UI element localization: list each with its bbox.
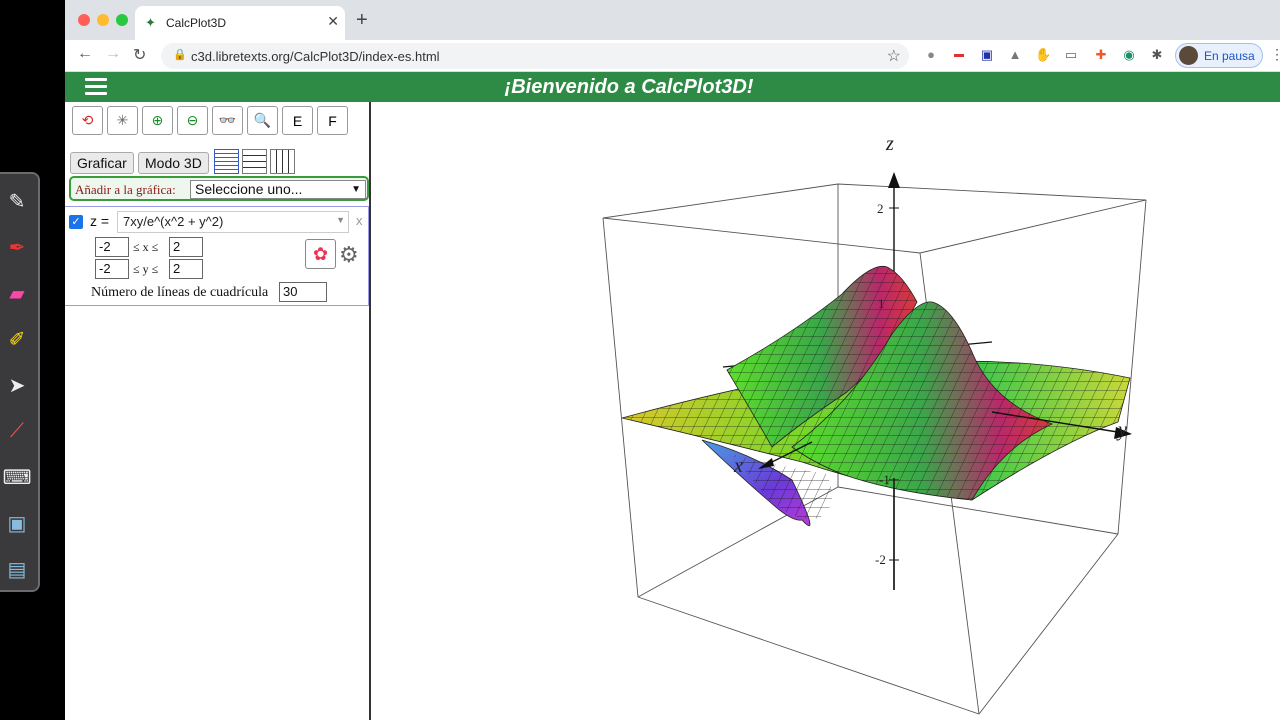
f-button[interactable]: F bbox=[317, 106, 348, 135]
eraser-icon[interactable]: ▰ bbox=[0, 276, 34, 310]
e-button[interactable]: E bbox=[282, 106, 313, 135]
extension-screen-icon[interactable]: ▣ bbox=[979, 47, 995, 63]
x-axis-label: x bbox=[733, 455, 743, 477]
z-tick-label-minus2: -2 bbox=[875, 552, 886, 567]
pointer-icon[interactable]: ➤ bbox=[0, 368, 34, 402]
close-window-button[interactable] bbox=[78, 14, 90, 26]
bookmark-star-icon[interactable]: ☆ bbox=[887, 46, 901, 66]
magnifier-icon: 🔍 bbox=[253, 112, 272, 128]
address-bar[interactable]: 🔒 c3d.libretexts.org/CalcPlot3D/index-es… bbox=[161, 43, 909, 69]
note-icon[interactable]: ✎ bbox=[0, 184, 34, 218]
zoom-out-icon: ⊖ bbox=[186, 112, 199, 128]
url-text: c3d.libretexts.org/CalcPlot3D/index-es.h… bbox=[191, 49, 440, 64]
chevron-down-icon: ▼ bbox=[351, 184, 361, 195]
add-to-graph-select[interactable]: Seleccione uno... ▼ bbox=[190, 180, 366, 199]
screen: ✎ ✒ ▰ ✐ ➤ ⟋ ⌨ ▣ ▤ ✦ CalcPlot3D ✕ + ← → ↻ bbox=[0, 0, 1280, 720]
z-tick-label-1: 1 bbox=[878, 296, 885, 311]
extension-circle-icon[interactable]: ● bbox=[923, 47, 939, 63]
function-expression-input[interactable]: 7xy/e^(x^2 + y^2) ▼ bbox=[117, 211, 349, 233]
highlighter-icon[interactable]: ✐ bbox=[0, 322, 34, 356]
x-range-label: ≤ x ≤ bbox=[133, 240, 159, 254]
pen-icon[interactable]: ✒ bbox=[0, 230, 34, 264]
plot-svg[interactable]: z y x 2 1 -1 -2 bbox=[372, 102, 1280, 720]
screen-icon[interactable]: ▣ bbox=[0, 506, 34, 540]
add-to-graph-row: Añadir a la gráfica: Seleccione uno... ▼ bbox=[69, 176, 369, 201]
browser-window: ✦ CalcPlot3D ✕ + ← → ↻ 🔒 c3d.libretexts.… bbox=[65, 0, 1280, 720]
browser-menu-icon[interactable]: ⋮ bbox=[1270, 46, 1280, 63]
extension-plus-icon[interactable]: ✚ bbox=[1093, 47, 1109, 63]
zoom-in-button[interactable]: ⊕ bbox=[142, 106, 173, 135]
add-to-graph-label: Añadir a la gráfica: bbox=[75, 182, 176, 197]
extension-chat-icon[interactable]: ▭ bbox=[1063, 47, 1079, 63]
plot-canvas[interactable]: z y x 2 1 -1 -2 bbox=[372, 102, 1280, 720]
function-entry: ✓ z = 7xy/e^(x^2 + y^2) ▼ x -2 ≤ x ≤ 2 -… bbox=[65, 206, 369, 306]
x-min-input[interactable]: -2 bbox=[95, 237, 129, 257]
grid-blue-button[interactable] bbox=[214, 149, 239, 174]
app-header: ¡Bienvenido a CalcPlot3D! bbox=[65, 72, 1280, 102]
tab-title: CalcPlot3D bbox=[166, 16, 227, 30]
calcplot-favicon-icon: ✦ bbox=[145, 15, 156, 30]
rotate-icon: ⟲ bbox=[81, 112, 94, 128]
profile-status: En pausa bbox=[1204, 49, 1255, 63]
profile-button[interactable]: En pausa bbox=[1175, 43, 1263, 68]
close-tab-icon[interactable]: ✕ bbox=[327, 13, 339, 30]
gear-icon[interactable]: ⚙ bbox=[339, 242, 359, 268]
keyboard-icon[interactable]: ⌨ bbox=[0, 460, 34, 494]
reset-view-button[interactable]: ⟲ bbox=[72, 106, 103, 135]
z-tick-label-minus1: -1 bbox=[879, 472, 890, 487]
expression-dropdown-icon[interactable]: ▼ bbox=[336, 215, 345, 225]
function-expression: 7xy/e^(x^2 + y^2) bbox=[123, 214, 224, 229]
z-axis-label: z bbox=[885, 133, 894, 155]
extensions-puzzle-icon[interactable]: ✱ bbox=[1149, 47, 1165, 63]
grid-axes-button[interactable] bbox=[270, 149, 295, 174]
y-range-label: ≤ y ≤ bbox=[133, 262, 159, 276]
reload-icon[interactable]: ↻ bbox=[133, 45, 146, 65]
3d-glasses-button[interactable]: 👓 bbox=[212, 106, 243, 135]
axes-button[interactable]: ✳ bbox=[107, 106, 138, 135]
magnify-button[interactable]: 🔍 bbox=[247, 106, 278, 135]
lock-icon[interactable]: 🔒 bbox=[173, 48, 187, 61]
x-max-input[interactable]: 2 bbox=[169, 237, 203, 257]
maximize-window-button[interactable] bbox=[116, 14, 128, 26]
extension-drive-icon[interactable]: ▲ bbox=[1007, 47, 1023, 63]
color-options-button[interactable]: ✿ bbox=[305, 239, 336, 269]
new-tab-icon[interactable]: + bbox=[356, 9, 368, 32]
browser-toolbar: ← → ↻ 🔒 c3d.libretexts.org/CalcPlot3D/in… bbox=[65, 40, 1280, 72]
grid-lines-input[interactable]: 30 bbox=[279, 282, 327, 302]
tab-calcplot3d[interactable]: ✦ CalcPlot3D ✕ bbox=[135, 6, 345, 40]
forward-icon[interactable]: → bbox=[105, 45, 121, 63]
control-panel: ⟲ ✳ ⊕ ⊖ 👓 🔍 E F Graficar Modo 3D Añadir … bbox=[65, 102, 371, 720]
y-max-input[interactable]: 2 bbox=[169, 259, 203, 279]
tab-strip: ✦ CalcPlot3D ✕ + bbox=[65, 0, 1280, 40]
extension-hand-icon[interactable]: ✋ bbox=[1035, 47, 1051, 63]
z-equals-label: z = bbox=[90, 213, 110, 229]
y-axis-label: y bbox=[1116, 419, 1127, 441]
axes-icon: ✳ bbox=[116, 112, 129, 128]
minimize-window-button[interactable] bbox=[97, 14, 109, 26]
remove-function-icon[interactable]: x bbox=[356, 213, 363, 228]
annotation-toolbar: ✎ ✒ ▰ ✐ ➤ ⟋ ⌨ ▣ ▤ bbox=[0, 172, 40, 592]
window-controls bbox=[78, 14, 128, 26]
modo3d-button[interactable]: Modo 3D bbox=[138, 152, 209, 174]
flower-icon: ✿ bbox=[312, 243, 329, 264]
add-to-graph-selected: Seleccione uno... bbox=[195, 181, 303, 197]
display-icon[interactable]: ▤ bbox=[0, 552, 34, 586]
extension-grammar-icon[interactable]: ◉ bbox=[1121, 47, 1137, 63]
avatar bbox=[1179, 46, 1198, 65]
back-icon[interactable]: ← bbox=[77, 45, 93, 63]
grid-lines-label: Número de líneas de cuadrícula bbox=[91, 285, 269, 300]
extension-red-icon[interactable]: ▬ bbox=[951, 47, 967, 63]
graficar-button[interactable]: Graficar bbox=[70, 152, 134, 174]
y-min-input[interactable]: -2 bbox=[95, 259, 129, 279]
zoom-in-icon: ⊕ bbox=[151, 112, 164, 128]
show-function-checkbox[interactable]: ✓ bbox=[69, 215, 83, 229]
app-title: ¡Bienvenido a CalcPlot3D! bbox=[504, 76, 754, 98]
glasses-icon: 👓 bbox=[218, 112, 237, 128]
z-tick-label-2: 2 bbox=[877, 201, 884, 216]
zoom-out-button[interactable]: ⊖ bbox=[177, 106, 208, 135]
brush-icon[interactable]: ⟋ bbox=[0, 414, 34, 448]
grid-button[interactable] bbox=[242, 149, 267, 174]
